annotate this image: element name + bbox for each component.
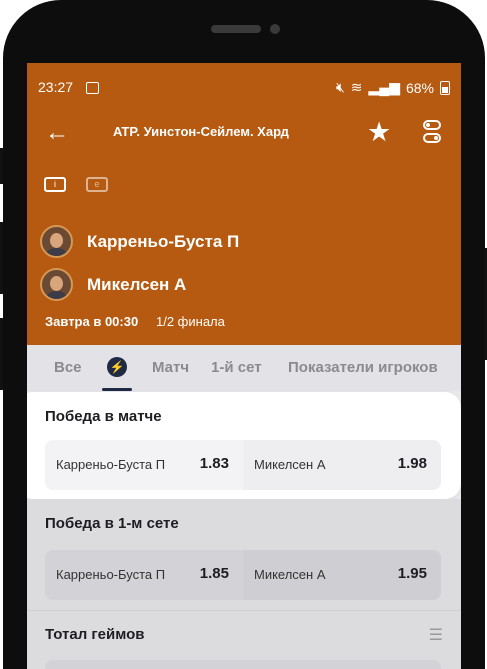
favorite-star-icon[interactable]: ★	[367, 117, 391, 148]
match-stage: 1/2 финала	[156, 314, 225, 329]
mute-icon: 🔇︎	[335, 79, 345, 95]
speaker-grille	[211, 25, 261, 33]
back-arrow-icon[interactable]: ←	[45, 119, 69, 147]
tournament-title: ATP. Уинстон-Сейлем. Хард	[113, 124, 289, 139]
odds-row	[45, 660, 441, 669]
volume-button	[0, 222, 3, 294]
dimmed-content: Победа в 1-м сете Карреньо-Буста П 1.85 …	[27, 499, 461, 669]
market-card: Победа в матче Карреньо-Буста П 1.83 Мик…	[27, 392, 461, 499]
app-screen: 23:27 🔇︎ ≋ ▂▄▆ 68% ← ATP. Уинстон-Сейлем…	[27, 63, 461, 669]
outcome-odd: 1.98	[397, 455, 427, 472]
tab-all[interactable]: Все	[54, 359, 82, 376]
wifi-icon: ≋	[350, 79, 363, 95]
image-notification-icon	[86, 82, 99, 94]
battery-percent: 68%	[405, 79, 434, 96]
text-badge-icon[interactable]: e	[86, 177, 108, 192]
tab-player-stats[interactable]: Показатели игроков	[288, 359, 438, 376]
player2-name: Микелсен А	[87, 274, 187, 294]
outcome-odd: 1.83	[199, 455, 229, 472]
outcome-odd: 1.85	[199, 565, 229, 582]
divider	[27, 610, 461, 611]
outcome-name: Карреньо-Буста П	[56, 457, 166, 472]
battery-icon	[440, 80, 450, 95]
odds-row: Карреньо-Буста П 1.83 Микелсен А 1.98	[45, 440, 441, 490]
side-button	[0, 148, 3, 184]
outcome-name: Карреньо-Буста П	[56, 567, 166, 582]
tab-first-set[interactable]: 1-й сет	[211, 359, 262, 376]
player1-name: Карреньо-Буста П	[87, 231, 240, 251]
signal-icon: ▂▄▆	[368, 79, 400, 95]
player-row: Микелсен А	[40, 268, 186, 301]
player-row: Карреньо-Буста П	[40, 225, 239, 258]
volume-button	[0, 318, 3, 390]
market-title: Тотал геймов	[45, 626, 145, 643]
list-icon[interactable]: ☰	[429, 625, 443, 645]
outcome-name: Микелсен А	[254, 567, 326, 582]
front-camera	[270, 24, 280, 34]
active-tab-indicator	[102, 388, 132, 391]
match-time: Завтра в 00:30	[45, 314, 139, 329]
odds-row: Карреньо-Буста П 1.85 Микелсен А 1.95	[45, 550, 441, 600]
player2-avatar	[40, 268, 73, 301]
odd-button[interactable]: Микелсен А 1.98	[243, 440, 441, 490]
player1-avatar	[40, 225, 73, 258]
odd-button[interactable]: Карреньо-Буста П 1.85	[45, 550, 243, 600]
tab-match[interactable]: Матч	[152, 359, 189, 376]
tab-lightning-icon[interactable]: ⚡	[107, 357, 127, 377]
market-title: Победа в 1-м сете	[45, 515, 179, 532]
outcome-name: Микелсен А	[254, 457, 326, 472]
market-tabs: Все ⚡ Матч 1-й сет Показатели игроков	[27, 345, 461, 391]
match-header: 23:27 🔇︎ ≋ ▂▄▆ 68% ← ATP. Уинстон-Сейлем…	[27, 63, 461, 345]
settings-toggle-icon[interactable]	[423, 120, 441, 144]
market-title: Победа в матче	[45, 408, 162, 425]
odd-button[interactable]: Микелсен А 1.95	[243, 550, 441, 600]
status-bar: 23:27 🔇︎ ≋ ▂▄▆ 68%	[38, 79, 450, 99]
info-badge-icon[interactable]: i	[44, 177, 66, 192]
outcome-odd: 1.95	[397, 565, 427, 582]
odd-button[interactable]: Карреньо-Буста П 1.83	[45, 440, 243, 490]
status-time: 23:27	[38, 79, 74, 95]
